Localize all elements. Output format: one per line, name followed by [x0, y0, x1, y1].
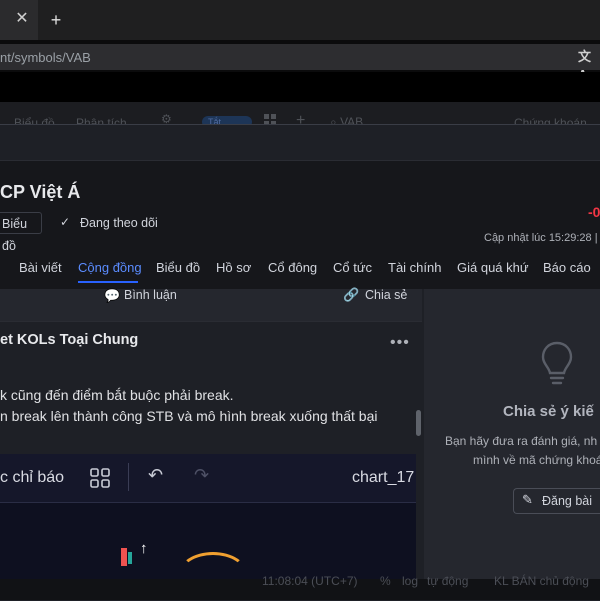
- post-text-line: n break lên thành công STB và mô hình br…: [0, 408, 378, 424]
- undo-icon: ↶: [148, 465, 164, 485]
- updated-time: Cập nhật lúc 15:29:28 |: [484, 232, 598, 244]
- status-time: 11:08:04 (UTC+7): [262, 574, 358, 588]
- comment-icon[interactable]: 💬: [104, 288, 120, 304]
- tab-shareholders[interactable]: Cổ đông: [268, 260, 317, 275]
- status-log: log: [402, 574, 419, 588]
- post-text-line: k cũng đến điểm bắt buộc phải break.: [0, 387, 234, 403]
- candle-mark: [128, 552, 132, 564]
- chart-button[interactable]: Biểu đồ: [0, 212, 42, 253]
- tab-community[interactable]: Cộng đồng: [78, 260, 142, 275]
- candle-mark: [121, 548, 127, 566]
- address-url[interactable]: nt/symbols/VAB: [0, 50, 91, 65]
- tab-dividends[interactable]: Cổ tức: [333, 260, 372, 275]
- share-opinion-title: Chia sẻ ý kiế: [503, 403, 594, 420]
- tab-articles[interactable]: Bài viết: [19, 260, 62, 275]
- lightbulb-icon: [541, 341, 573, 385]
- more-options-icon[interactable]: •••: [390, 334, 410, 352]
- share-opinion-description: Bạn hãy đưa ra đánh giá, nh: [445, 434, 598, 448]
- active-tab-indicator: [78, 281, 138, 283]
- redo-icon: ↷: [194, 465, 210, 485]
- pencil-icon[interactable]: ✎: [522, 492, 533, 508]
- tab-profile[interactable]: Hồ sơ: [216, 260, 251, 275]
- close-tab-icon[interactable]: ✕: [12, 9, 32, 29]
- link-icon[interactable]: 🔗: [343, 287, 359, 303]
- bookmarks-bar: [0, 72, 600, 102]
- create-post-label[interactable]: Đăng bài: [542, 494, 592, 508]
- translate-icon[interactable]: 文A: [578, 48, 596, 82]
- toolbar-divider: [128, 463, 129, 491]
- status-auto: tự động: [427, 574, 469, 588]
- share-opinion-description: mình về mã chứng khoá: [473, 453, 600, 467]
- status-sell-volume: KL BÁN chủ động: [494, 574, 589, 588]
- arrow-up-icon: ↑: [140, 540, 148, 557]
- tab-price-history[interactable]: Giá quá khứ: [457, 260, 529, 275]
- company-name: CP Việt Á: [0, 182, 81, 202]
- share-button[interactable]: Chia sẻ: [365, 288, 407, 302]
- following-button[interactable]: Đang theo dõi: [80, 216, 158, 230]
- post-author[interactable]: et KOLs Toại Chung: [0, 332, 138, 348]
- tab-financials[interactable]: Tài chính: [388, 260, 441, 275]
- layout-grid-icon: [90, 468, 110, 488]
- comment-button[interactable]: Bình luận: [124, 288, 177, 302]
- feed-scrollbar[interactable]: [416, 410, 421, 436]
- browser-tab-strip: [0, 0, 600, 40]
- tab-reports[interactable]: Báo cáo: [543, 260, 591, 275]
- check-icon: ✓: [60, 215, 71, 229]
- indicators-label: c chỉ báo: [0, 469, 65, 486]
- price-change: -0: [588, 204, 600, 220]
- status-percent: %: [380, 574, 391, 588]
- new-tab-icon[interactable]: +: [45, 9, 67, 31]
- chart-name: chart_17: [352, 469, 415, 486]
- tab-chart[interactable]: Biểu đồ: [156, 260, 200, 275]
